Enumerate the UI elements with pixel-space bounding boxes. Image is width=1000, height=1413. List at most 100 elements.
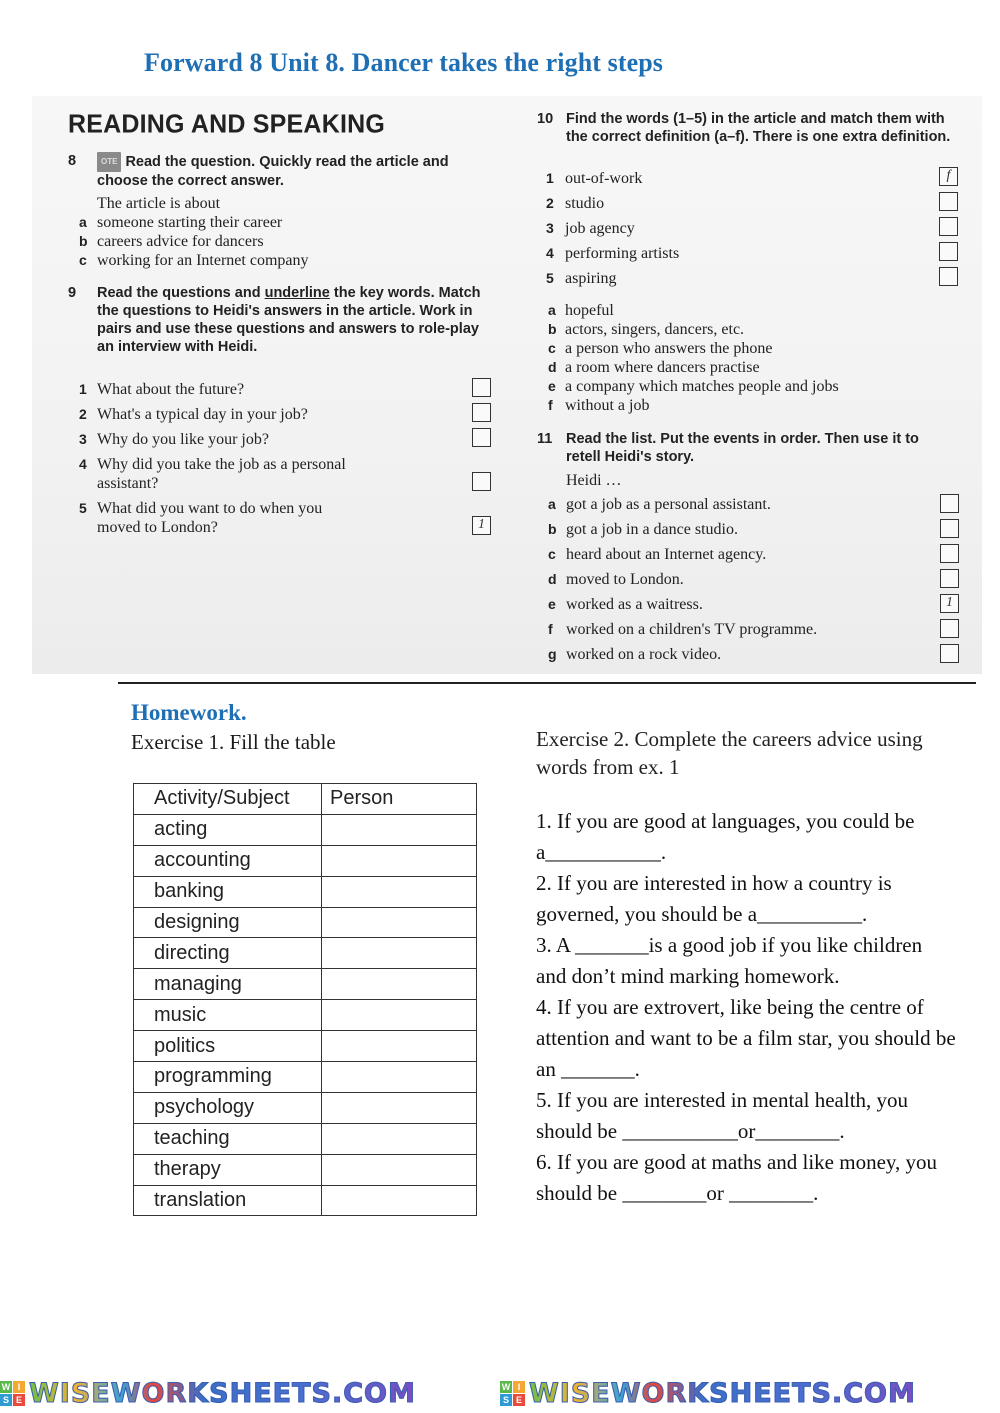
exercise-number: 11 <box>537 431 553 447</box>
worksheet-title: Forward 8 Unit 8. Dancer takes the right… <box>144 48 664 77</box>
advice-item: 2. If you are interested in how a countr… <box>536 871 892 926</box>
option-label: c <box>79 252 87 268</box>
option-label: b <box>79 233 88 249</box>
definition-text: a person who answers the phone <box>565 340 773 357</box>
ex11-stem: Heidi … <box>566 472 622 489</box>
exercise-number: 8 <box>68 153 77 169</box>
wise-logo-icon: WISE <box>500 1380 525 1406</box>
answer-box[interactable] <box>939 267 958 286</box>
question-text: What about the future? <box>97 381 245 398</box>
definition-text: a room where dancers practise <box>565 359 760 376</box>
answer-box[interactable]: 1 <box>940 594 959 613</box>
wise-logo-icon: WISE <box>0 1380 25 1406</box>
advice-item: 3. A _______is a good job if you like ch… <box>536 933 923 988</box>
person-input-cell[interactable] <box>321 1122 477 1155</box>
answer-box[interactable] <box>940 544 959 563</box>
exercise-11: 11 Read the list. Put the events in orde… <box>537 430 957 466</box>
definition-text: a company which matches people and jobs <box>565 378 839 395</box>
event-label: f <box>548 621 553 637</box>
answer-box[interactable]: f <box>939 167 958 186</box>
logo-letter: I <box>513 1380 525 1393</box>
answer-box[interactable] <box>939 242 958 261</box>
person-input-cell[interactable] <box>321 906 477 939</box>
word-text: out-of-work <box>565 170 643 187</box>
answer-box[interactable] <box>472 472 491 491</box>
definition-label: d <box>548 359 557 375</box>
table-row: directing <box>133 937 477 970</box>
person-input-cell[interactable] <box>321 999 477 1032</box>
table-row: politics <box>133 1030 477 1063</box>
person-input-cell[interactable] <box>321 1030 477 1063</box>
answer-box[interactable] <box>940 644 959 663</box>
definition-label: f <box>548 397 553 413</box>
person-input-cell[interactable] <box>321 1184 477 1217</box>
answer-box[interactable] <box>472 428 491 447</box>
exercise-instruction: Find the words (1–5) in the article and … <box>566 111 951 145</box>
event-label: a <box>548 496 556 512</box>
exercise-8: 8 OTE Read the question. Quickly read the… <box>68 152 498 190</box>
logo-letter: E <box>13 1393 25 1406</box>
option-label: a <box>79 214 87 230</box>
activity-cell: politics <box>133 1030 322 1063</box>
event-label: d <box>548 571 557 587</box>
exercise-number: 10 <box>537 111 554 127</box>
item-number: 1 <box>79 381 87 397</box>
homework-title: Homework. <box>131 700 247 725</box>
activity-cell: accounting <box>133 844 322 877</box>
table-row: translation <box>133 1184 477 1217</box>
table-row: music <box>133 999 477 1032</box>
logo-letter: S <box>500 1393 512 1406</box>
question-text: Why did you take the job as a personal <box>97 456 346 473</box>
item-number: 5 <box>546 270 554 286</box>
logo-letter: I <box>13 1380 25 1393</box>
underlined-word: underline <box>264 285 330 301</box>
table-row: therapy <box>133 1153 477 1186</box>
person-input-cell[interactable] <box>321 813 477 846</box>
item-number: 1 <box>546 170 554 186</box>
activity-cell: programming <box>133 1061 322 1093</box>
answer-box[interactable] <box>940 569 959 588</box>
word-text: aspiring <box>565 270 617 287</box>
item-number: 2 <box>79 406 87 422</box>
activity-cell: music <box>133 999 322 1032</box>
watermark-block: WISE WISEWORKSHEETS.COM <box>500 1377 998 1409</box>
answer-box[interactable] <box>939 217 958 236</box>
answer-box[interactable] <box>472 378 491 397</box>
person-input-cell[interactable] <box>321 1091 477 1124</box>
answer-box[interactable] <box>940 519 959 538</box>
table-row: designing <box>133 906 477 939</box>
definition-label: b <box>548 321 557 337</box>
ex8-stem: The article is about <box>97 195 221 212</box>
exercise-instruction: Read the question. Quickly read the arti… <box>97 154 449 189</box>
watermark-block: WISE WISEWORKSHEETS.COM <box>0 1377 498 1409</box>
table-row: managing <box>133 968 477 1001</box>
definition-text: without a job <box>565 397 650 414</box>
answer-box[interactable] <box>940 494 959 513</box>
person-input-cell[interactable] <box>321 968 477 1001</box>
person-input-cell[interactable] <box>321 844 477 877</box>
person-input-cell[interactable] <box>321 1061 477 1093</box>
answer-box[interactable] <box>939 192 958 211</box>
section-divider <box>118 682 976 684</box>
event-text: worked on a children's TV programme. <box>566 621 818 638</box>
person-input-cell[interactable] <box>321 875 477 908</box>
word-text: performing artists <box>565 245 680 262</box>
person-input-cell[interactable] <box>321 1153 477 1186</box>
logo-letter: W <box>500 1380 512 1393</box>
activity-cell: teaching <box>133 1122 322 1155</box>
definition-label: a <box>548 302 556 318</box>
exercise-10: 10 Find the words (1–5) in the article a… <box>537 110 957 146</box>
table-row: psychology <box>133 1091 477 1124</box>
answer-box[interactable]: 1 <box>472 516 491 535</box>
answer-box[interactable] <box>940 619 959 638</box>
table-row: acting <box>133 813 477 846</box>
person-input-cell[interactable] <box>321 937 477 970</box>
watermark-text: WISEWORKSHEETS.COM <box>529 1377 916 1409</box>
column-header: Activity/Subject <box>133 783 322 815</box>
definition-label: e <box>548 378 556 394</box>
answer-box[interactable] <box>472 403 491 422</box>
event-text: heard about an Internet agency. <box>566 546 767 563</box>
event-label: c <box>548 546 556 562</box>
watermark-text: WISEWORKSHEETS.COM <box>29 1377 416 1409</box>
question-text: Why do you like your job? <box>97 431 269 448</box>
